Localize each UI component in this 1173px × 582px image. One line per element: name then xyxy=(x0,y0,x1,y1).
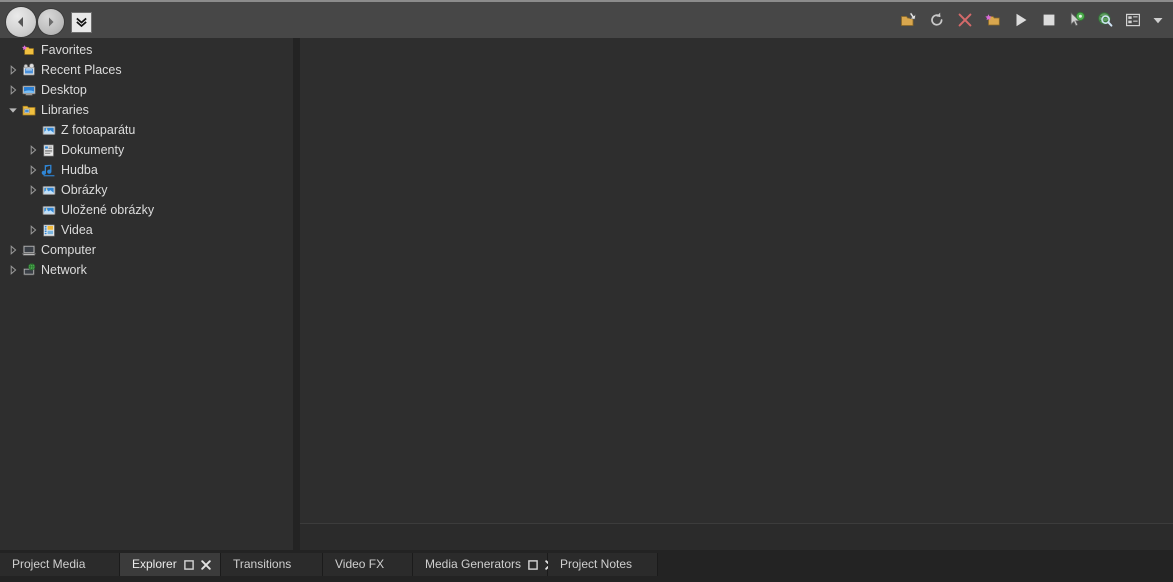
dock-tab-bar: Project Media Explorer Transitions Video FX… xyxy=(0,550,1173,582)
tree-item-libraries[interactable]: Libraries xyxy=(0,100,293,120)
computer-icon xyxy=(20,242,38,258)
tab-explorer[interactable]: Explorer xyxy=(120,553,221,576)
forward-button[interactable] xyxy=(38,9,64,35)
libraries-folder-icon xyxy=(20,102,38,118)
tab-label: Project Notes xyxy=(560,557,633,571)
tree-expander-collapsed-icon[interactable] xyxy=(6,260,20,280)
dock-tabs: Project Media Explorer Transitions Video FX… xyxy=(0,553,658,576)
tab-label: Video FX xyxy=(335,557,385,571)
pane-splitter[interactable] xyxy=(293,38,300,550)
stop-preview-icon[interactable] xyxy=(1039,11,1058,30)
tree-item-label: Uložené obrázky xyxy=(61,203,155,217)
tree-item-label: Dokumenty xyxy=(61,143,125,157)
file-list-pane[interactable] xyxy=(300,38,1173,550)
music-library-icon xyxy=(40,162,58,178)
tree-item-label: Libraries xyxy=(41,103,89,117)
back-button[interactable] xyxy=(6,7,36,37)
tree-expander-collapsed-icon[interactable] xyxy=(26,220,40,240)
tree-item-label: Network xyxy=(41,263,87,277)
tree-item-z-fotoapar-tu[interactable]: Z fotoaparátu xyxy=(0,120,293,140)
tree-expander-collapsed-icon[interactable] xyxy=(26,180,40,200)
tree-item-obr-zky[interactable]: Obrázky xyxy=(0,180,293,200)
tab-label: Transitions xyxy=(233,557,292,571)
folder-tree-pane[interactable]: Favorites Recent Places Desktop Libraries Z … xyxy=(0,38,293,550)
auto-preview-icon[interactable] xyxy=(1067,11,1086,30)
toolbar-icon-group xyxy=(899,2,1165,38)
start-preview-icon[interactable] xyxy=(1011,11,1030,30)
tree-item-label: Z fotoaparátu xyxy=(61,123,136,137)
explorer-toolbar xyxy=(0,0,1173,38)
tree-expander-expanded-icon[interactable] xyxy=(6,100,20,120)
file-list[interactable] xyxy=(300,38,1173,524)
tab-label: Explorer xyxy=(132,557,177,571)
desktop-icon xyxy=(20,82,38,98)
views-icon[interactable] xyxy=(1123,11,1142,30)
tab-close-icon[interactable] xyxy=(200,559,211,570)
pictures-library-icon xyxy=(40,182,58,198)
tree-item-label: Computer xyxy=(41,243,96,257)
tree-item-hudba[interactable]: Hudba xyxy=(0,160,293,180)
tree-item-videa[interactable]: Videa xyxy=(0,220,293,240)
tab-transitions[interactable]: Transitions xyxy=(221,553,323,576)
file-list-status-bar xyxy=(300,524,1173,550)
tree-item-label: Hudba xyxy=(61,163,98,177)
tree-expander-collapsed-icon[interactable] xyxy=(6,80,20,100)
documents-library-icon xyxy=(40,142,58,158)
views-dropdown-caret-icon[interactable] xyxy=(1150,11,1165,30)
refresh-icon[interactable] xyxy=(927,11,946,30)
tree-expander-collapsed-icon[interactable] xyxy=(6,60,20,80)
tree-item-network[interactable]: Network xyxy=(0,260,293,280)
recent-places-icon xyxy=(20,62,38,78)
tab-label: Project Media xyxy=(12,557,86,571)
tree-expander-collapsed-icon[interactable] xyxy=(6,240,20,260)
tree-expander-collapsed-icon[interactable] xyxy=(26,160,40,180)
tree-item-desktop[interactable]: Desktop xyxy=(0,80,293,100)
network-icon xyxy=(20,262,38,278)
vegas-explorer-window: Favorites Recent Places Desktop Libraries Z … xyxy=(0,0,1173,582)
tab-project-media[interactable]: Project Media xyxy=(0,553,120,576)
tree-item-label: Desktop xyxy=(41,83,87,97)
tree-item-favorites[interactable]: Favorites xyxy=(0,40,293,60)
tree-item-ulo-en-obr-zky[interactable]: Uložené obrázky xyxy=(0,200,293,220)
pictures-library-icon xyxy=(40,122,58,138)
navigation-group xyxy=(6,7,92,37)
tab-project-notes[interactable]: Project Notes xyxy=(548,553,658,576)
tab-float-icon[interactable] xyxy=(528,559,538,570)
folder-tree: Favorites Recent Places Desktop Libraries Z … xyxy=(0,38,293,280)
tab-label: Media Generators xyxy=(425,557,522,571)
tab-float-icon[interactable] xyxy=(183,559,194,570)
add-folder-to-favorites-icon[interactable] xyxy=(983,11,1002,30)
tab-video-fx[interactable]: Video FX xyxy=(323,553,413,576)
tab-media-generators[interactable]: Media Generators xyxy=(413,553,555,576)
tree-item-recent-places[interactable]: Recent Places xyxy=(0,60,293,80)
favorites-folder-icon xyxy=(20,42,38,58)
tree-item-label: Videa xyxy=(61,223,93,237)
tree-item-label: Recent Places xyxy=(41,63,122,77)
tree-item-computer[interactable]: Computer xyxy=(0,240,293,260)
tree-item-label: Favorites xyxy=(41,43,93,57)
tree-item-label: Obrázky xyxy=(61,183,108,197)
delete-icon[interactable] xyxy=(955,11,974,30)
pictures-library-icon xyxy=(40,202,58,218)
tree-expander-collapsed-icon[interactable] xyxy=(26,140,40,160)
tree-item-dokumenty[interactable]: Dokumenty xyxy=(0,140,293,160)
media-properties-icon[interactable] xyxy=(1095,11,1114,30)
add-to-project-media-icon[interactable] xyxy=(899,11,918,30)
videos-library-icon xyxy=(40,222,58,238)
recent-locations-dropdown[interactable] xyxy=(71,11,92,33)
explorer-content: Favorites Recent Places Desktop Libraries Z … xyxy=(0,38,1173,550)
